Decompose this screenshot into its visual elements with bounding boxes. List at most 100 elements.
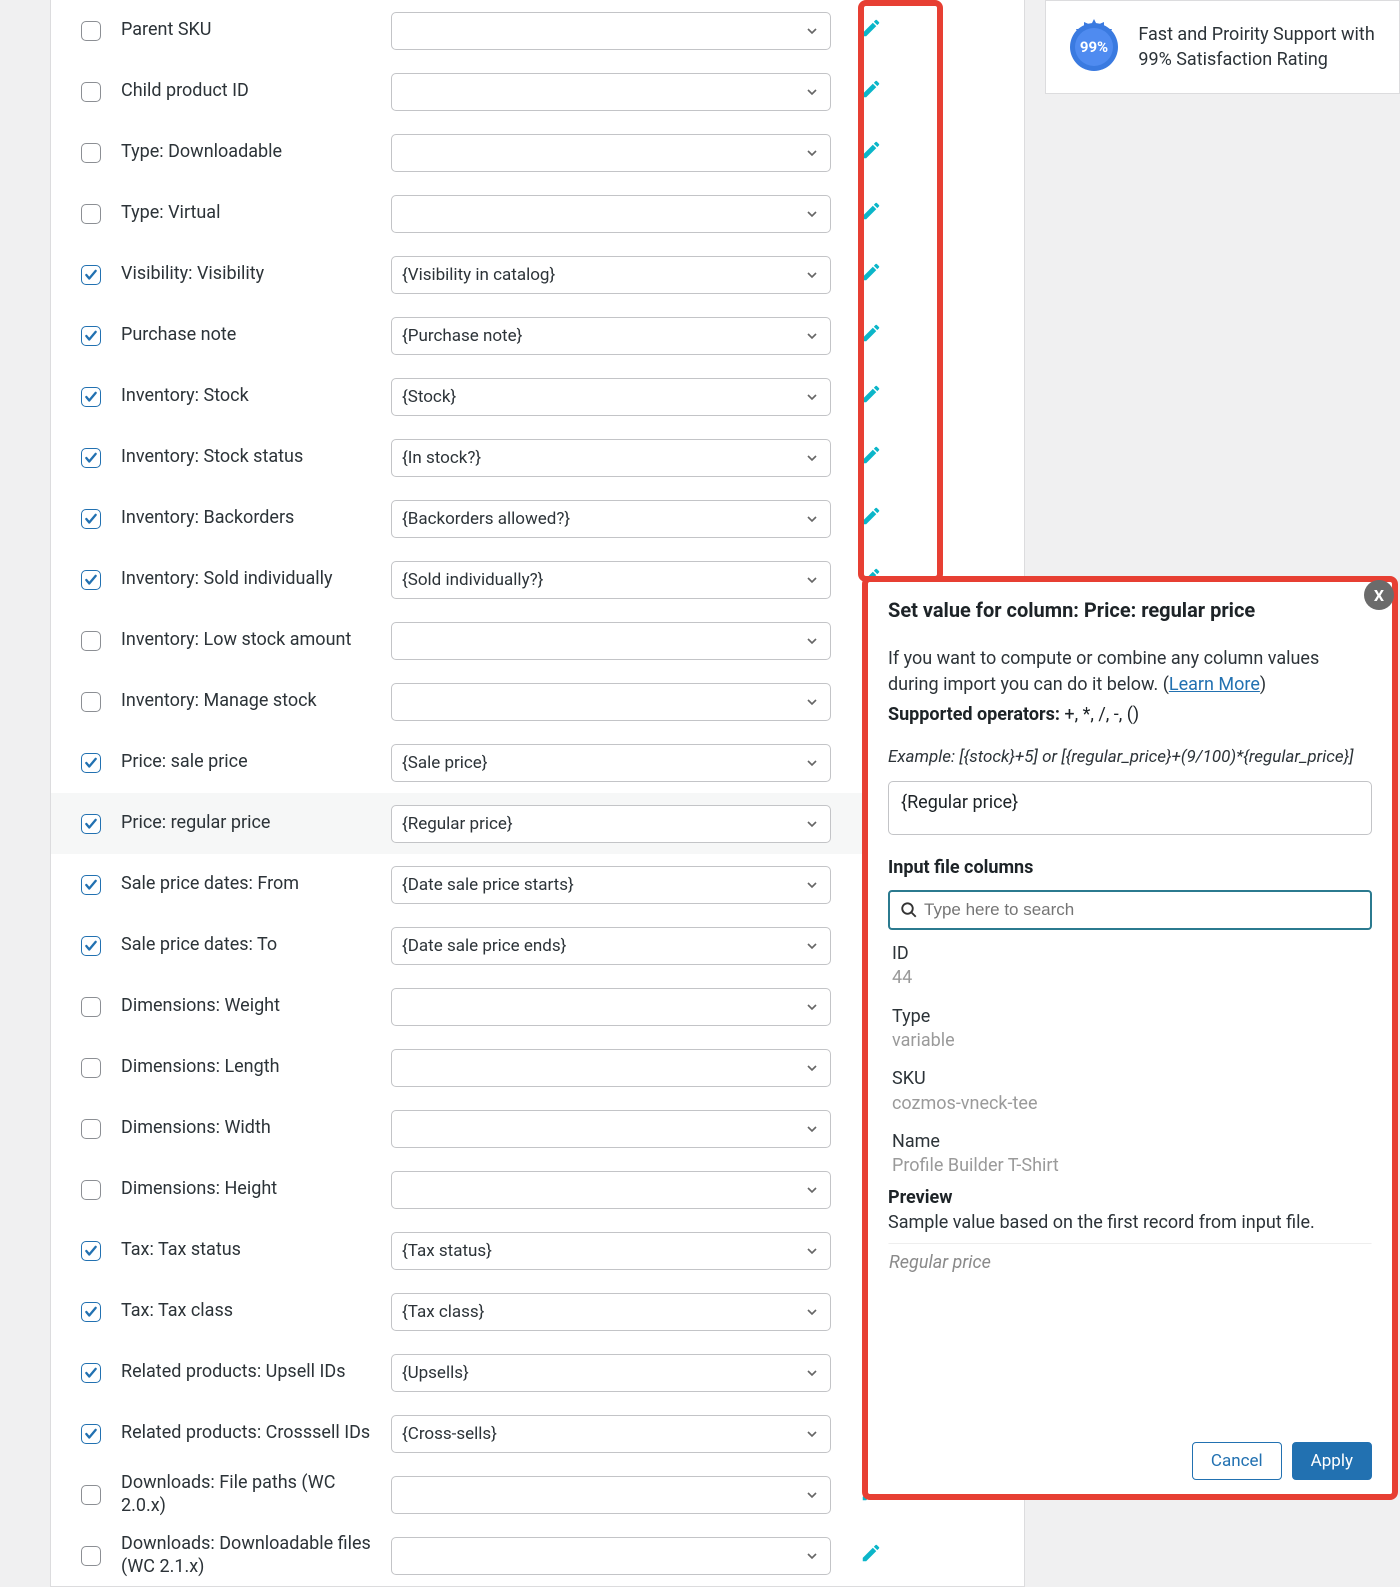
- row-select[interactable]: {In stock?}: [391, 439, 831, 477]
- list-item[interactable]: NameProfile Builder T-Shirt: [888, 1130, 1366, 1177]
- row-checkbox[interactable]: [81, 509, 101, 529]
- list-item[interactable]: SKUcozmos-vneck-tee: [888, 1067, 1366, 1116]
- row-checkbox[interactable]: [81, 1424, 101, 1444]
- row-checkbox[interactable]: [81, 82, 101, 102]
- pencil-icon[interactable]: [860, 1542, 882, 1569]
- row-select[interactable]: [391, 1110, 831, 1148]
- row-checkbox[interactable]: [81, 1180, 101, 1200]
- modal-title: Set value for column: Price: regular pri…: [888, 596, 1372, 622]
- input-columns-list[interactable]: ID44 Typevariable SKUcozmos-vneck-tee NameP…: [888, 942, 1372, 1177]
- expression-input[interactable]: {Regular price}: [888, 781, 1372, 835]
- row-checkbox[interactable]: [81, 1302, 101, 1322]
- pencil-icon[interactable]: [860, 78, 882, 105]
- row-checkbox[interactable]: [81, 21, 101, 41]
- row-checkbox[interactable]: [81, 631, 101, 651]
- mapping-row: Downloads: Downloadable files (WC 2.1.x): [51, 1525, 1024, 1586]
- pencil-icon[interactable]: [860, 505, 882, 532]
- column-sample-value: variable: [892, 1029, 1366, 1053]
- row-checkbox[interactable]: [81, 1241, 101, 1261]
- learn-more-link[interactable]: Learn More: [1169, 674, 1260, 695]
- row-select[interactable]: {Upsells}: [391, 1354, 831, 1392]
- row-select[interactable]: [391, 1049, 831, 1087]
- pencil-icon[interactable]: [860, 139, 882, 166]
- pencil-icon[interactable]: [860, 261, 882, 288]
- row-select-value: {In stock?}: [402, 448, 481, 468]
- pencil-icon[interactable]: [860, 17, 882, 44]
- row-checkbox[interactable]: [81, 1363, 101, 1383]
- row-checkbox[interactable]: [81, 326, 101, 346]
- list-item[interactable]: Typevariable: [888, 1005, 1366, 1054]
- row-checkbox[interactable]: [81, 1485, 101, 1505]
- row-select[interactable]: [391, 1476, 831, 1514]
- row-label: Sale price dates: From: [121, 873, 391, 896]
- mapping-row: Type: Virtual: [51, 183, 1024, 244]
- search-input[interactable]: [924, 900, 1360, 920]
- close-icon[interactable]: X: [1364, 580, 1394, 610]
- row-label: Downloads: File paths (WC 2.0.x): [121, 1472, 391, 1517]
- row-select[interactable]: {Tax status}: [391, 1232, 831, 1270]
- row-select[interactable]: {Date sale price ends}: [391, 927, 831, 965]
- row-label: Price: sale price: [121, 751, 391, 774]
- row-checkbox[interactable]: [81, 692, 101, 712]
- row-select[interactable]: {Tax class}: [391, 1293, 831, 1331]
- row-checkbox[interactable]: [81, 875, 101, 895]
- row-select-value: {Regular price}: [402, 814, 513, 834]
- row-select[interactable]: {Sale price}: [391, 744, 831, 782]
- row-checkbox[interactable]: [81, 570, 101, 590]
- supported-operators: Supported operators: +, *, /, -, (): [888, 704, 1372, 725]
- row-select[interactable]: [391, 195, 831, 233]
- row-select[interactable]: {Backorders allowed?}: [391, 500, 831, 538]
- row-checkbox[interactable]: [81, 143, 101, 163]
- row-select[interactable]: [391, 622, 831, 660]
- promo-box: 99% Fast and Proirity Support with 99% S…: [1045, 0, 1400, 94]
- pencil-icon[interactable]: [860, 200, 882, 227]
- row-select-value: {Stock}: [402, 387, 456, 407]
- row-select[interactable]: [391, 683, 831, 721]
- row-select[interactable]: {Regular price}: [391, 805, 831, 843]
- row-label: Inventory: Backorders: [121, 507, 391, 530]
- mapping-row: Inventory: Backorders{Backorders allowed…: [51, 488, 1024, 549]
- row-checkbox[interactable]: [81, 1058, 101, 1078]
- row-checkbox[interactable]: [81, 265, 101, 285]
- row-label: Inventory: Stock: [121, 385, 391, 408]
- row-select-value: {Date sale price starts}: [402, 875, 574, 895]
- row-checkbox[interactable]: [81, 1546, 101, 1566]
- preview-heading: Preview: [888, 1187, 1372, 1208]
- column-sample-value: 44: [892, 966, 1366, 990]
- row-select[interactable]: [391, 12, 831, 50]
- row-select[interactable]: [391, 1171, 831, 1209]
- row-select[interactable]: {Stock}: [391, 378, 831, 416]
- row-checkbox[interactable]: [81, 753, 101, 773]
- pencil-icon[interactable]: [860, 383, 882, 410]
- mapping-row: Inventory: Stock {Stock}: [51, 366, 1024, 427]
- list-item[interactable]: ID44: [888, 942, 1366, 991]
- row-select-value: {Upsells}: [402, 1363, 469, 1383]
- pencil-icon[interactable]: [860, 322, 882, 349]
- row-select-value: {Visibility in catalog}: [402, 265, 555, 285]
- row-select[interactable]: {Sold individually?}: [391, 561, 831, 599]
- row-checkbox[interactable]: [81, 1119, 101, 1139]
- row-select[interactable]: {Date sale price starts}: [391, 866, 831, 904]
- row-select[interactable]: {Visibility in catalog}: [391, 256, 831, 294]
- row-select[interactable]: [391, 134, 831, 172]
- row-select[interactable]: {Cross-sells}: [391, 1415, 831, 1453]
- search-input-wrap[interactable]: [888, 890, 1372, 930]
- mapping-row: Visibility: Visibility{Visibility in cat…: [51, 244, 1024, 305]
- row-select[interactable]: [391, 1537, 831, 1575]
- row-select[interactable]: [391, 988, 831, 1026]
- cancel-button[interactable]: Cancel: [1192, 1442, 1282, 1480]
- satisfaction-badge-icon: 99%: [1064, 17, 1124, 77]
- row-select[interactable]: [391, 73, 831, 111]
- row-checkbox[interactable]: [81, 387, 101, 407]
- row-select-value: {Sale price}: [402, 753, 488, 773]
- row-select-value: {Tax status}: [402, 1241, 492, 1261]
- row-label: Price: regular price: [121, 812, 391, 835]
- pencil-icon[interactable]: [860, 444, 882, 471]
- apply-button[interactable]: Apply: [1292, 1442, 1372, 1480]
- row-checkbox[interactable]: [81, 936, 101, 956]
- row-checkbox[interactable]: [81, 204, 101, 224]
- row-checkbox[interactable]: [81, 997, 101, 1017]
- row-checkbox[interactable]: [81, 814, 101, 834]
- row-checkbox[interactable]: [81, 448, 101, 468]
- row-select[interactable]: {Purchase note}: [391, 317, 831, 355]
